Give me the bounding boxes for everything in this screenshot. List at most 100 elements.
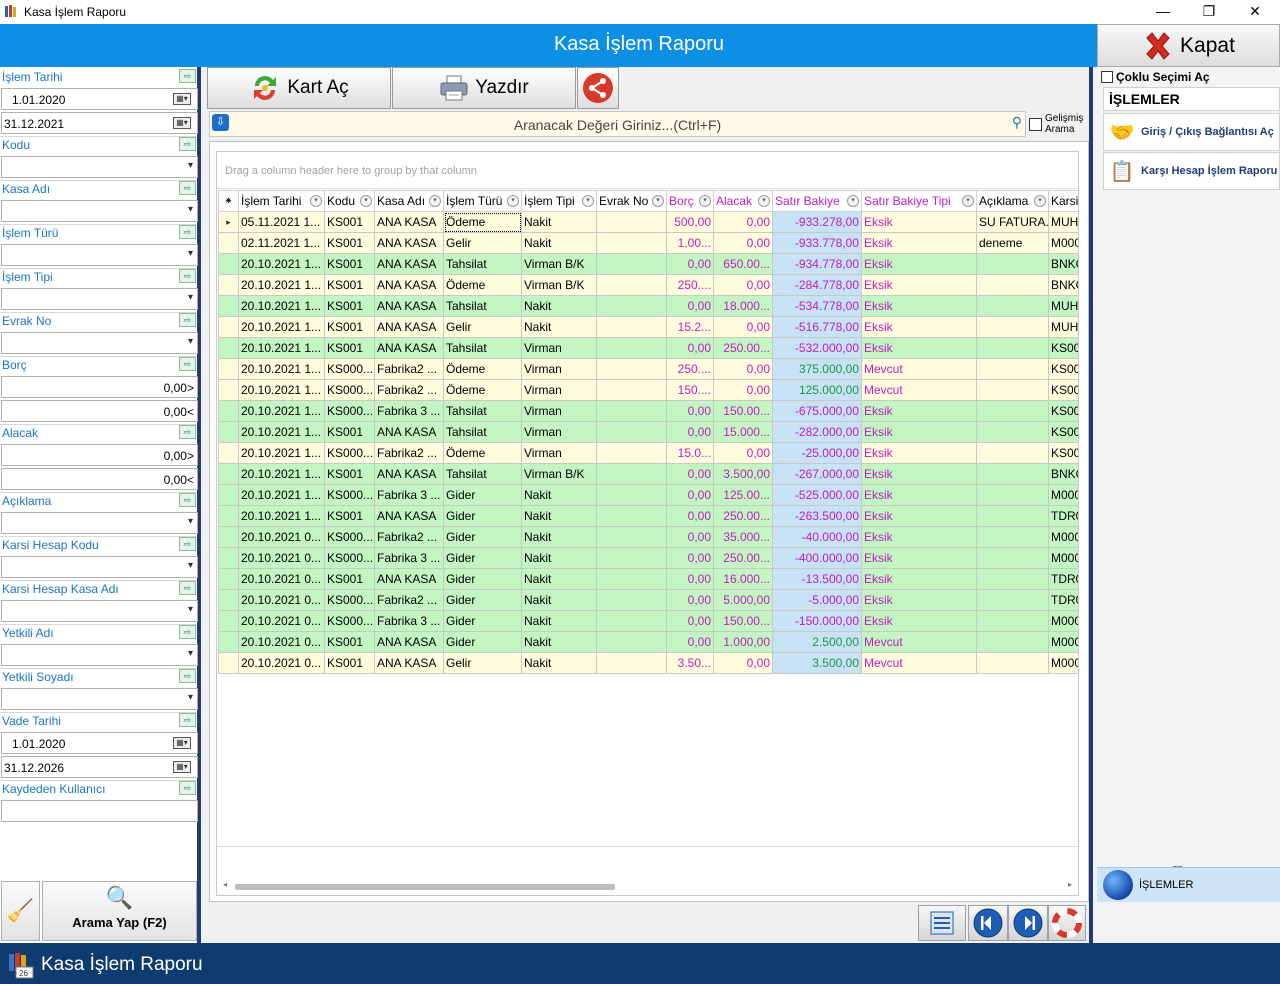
table-row[interactable]: 20.10.2021 0... KS000... Fabrika 3 ... Gide…: [218, 547, 1078, 569]
table-cell[interactable]: ANA KASA: [374, 232, 444, 254]
table-cell[interactable]: 20.10.2021 0...: [238, 526, 325, 548]
row-indicator[interactable]: [218, 589, 239, 611]
table-cell[interactable]: Ödeme: [443, 211, 522, 233]
table-cell[interactable]: ANA KASA: [374, 463, 444, 485]
table-cell[interactable]: -933.778,00: [772, 232, 862, 254]
table-cell[interactable]: 20.10.2021 0...: [238, 568, 325, 590]
column-header[interactable]: Borç ▾: [666, 190, 714, 212]
table-cell[interactable]: 15.000...: [713, 421, 773, 443]
minimize-button[interactable]: —: [1140, 0, 1186, 24]
table-cell[interactable]: 3.500,00: [713, 463, 773, 485]
table-cell[interactable]: 250.00...: [713, 505, 773, 527]
table-cell[interactable]: 20.10.2021 1...: [238, 274, 325, 296]
table-cell[interactable]: Eksik: [861, 274, 977, 296]
giris-cikis-baglantisi-button[interactable]: 🤝 Giriş / Çıkış Bağlantısı Aç: [1103, 113, 1280, 151]
advanced-search-toggle[interactable]: Gelişmiş Arama: [1029, 112, 1089, 138]
table-cell[interactable]: Virman: [521, 442, 597, 464]
table-cell[interactable]: [596, 463, 667, 485]
table-cell[interactable]: Nakit: [521, 568, 597, 590]
row-indicator[interactable]: [218, 337, 239, 359]
vade-tarihi-from-field[interactable]: 1.01.2020 ▦▾: [1, 732, 198, 754]
kodu-dropdown[interactable]: ▾: [1, 156, 198, 178]
table-cell[interactable]: Virman: [521, 337, 597, 359]
table-cell[interactable]: Eksik: [861, 505, 977, 527]
table-cell[interactable]: -5.000,00: [772, 589, 862, 611]
table-cell[interactable]: ANA KASA: [374, 211, 444, 233]
filter-toggle-icon[interactable]: ⇨: [179, 713, 196, 727]
table-cell[interactable]: ANA KASA: [374, 568, 444, 590]
row-indicator[interactable]: [218, 316, 239, 338]
kaydeden-field[interactable]: [1, 800, 198, 822]
row-indicator[interactable]: [218, 526, 239, 548]
table-cell[interactable]: Eksik: [861, 316, 977, 338]
table-cell[interactable]: -263.500,00: [772, 505, 862, 527]
table-cell[interactable]: Virman B/K: [521, 253, 597, 275]
table-cell[interactable]: [596, 253, 667, 275]
column-filter-icon[interactable]: ▾: [360, 195, 372, 207]
table-cell[interactable]: Tahsilat: [443, 253, 522, 275]
table-cell[interactable]: 20.10.2021 1...: [238, 505, 325, 527]
table-cell[interactable]: 5.000,00: [713, 589, 773, 611]
table-cell[interactable]: 20.10.2021 0...: [238, 589, 325, 611]
table-cell[interactable]: Ödeme: [443, 358, 522, 380]
row-indicator[interactable]: [218, 652, 239, 674]
table-cell[interactable]: TDR0: [1048, 568, 1078, 590]
table-cell[interactable]: KS00: [1048, 379, 1078, 401]
kart-ac-button[interactable]: Kart Aç: [207, 67, 391, 109]
table-cell[interactable]: 15.0...: [666, 442, 714, 464]
table-cell[interactable]: KS001: [324, 463, 375, 485]
alacak-max-field[interactable]: 0,00<: [1, 468, 198, 490]
borc-max-field[interactable]: 0,00<: [1, 400, 198, 422]
calendar-icon[interactable]: ▦▾: [173, 737, 191, 749]
table-cell[interactable]: Gider: [443, 610, 522, 632]
table-cell[interactable]: deneme: [976, 232, 1049, 254]
table-cell[interactable]: Nakit: [521, 211, 597, 233]
table-row[interactable]: 20.10.2021 1... KS001 ANA KASA Ödeme Virman …: [218, 274, 1078, 296]
table-cell[interactable]: Gelir: [443, 232, 522, 254]
table-cell[interactable]: [976, 589, 1049, 611]
table-cell[interactable]: 0,00: [713, 652, 773, 674]
row-indicator[interactable]: [218, 232, 239, 254]
table-cell[interactable]: ANA KASA: [374, 295, 444, 317]
table-cell[interactable]: KS001: [324, 337, 375, 359]
filter-toggle-icon[interactable]: ⇨: [179, 313, 196, 327]
table-cell[interactable]: KS001: [324, 316, 375, 338]
column-filter-icon[interactable]: ▾: [507, 195, 519, 207]
table-cell[interactable]: MUHT: [1048, 295, 1078, 317]
table-cell[interactable]: Tahsilat: [443, 295, 522, 317]
table-row[interactable]: 20.10.2021 1... KS000... Fabrika2 ... Ödeme…: [218, 358, 1078, 380]
row-indicator[interactable]: [218, 442, 239, 464]
table-cell[interactable]: [976, 337, 1049, 359]
table-cell[interactable]: -282.000,00: [772, 421, 862, 443]
table-cell[interactable]: M000: [1048, 547, 1078, 569]
table-row[interactable]: 20.10.2021 1... KS000... Fabrika 3 ... Tahs…: [218, 400, 1078, 422]
table-cell[interactable]: Fabrika 3 ...: [374, 610, 444, 632]
table-cell[interactable]: Nakit: [521, 316, 597, 338]
table-row[interactable]: 20.10.2021 1... KS001 ANA KASA Tahsilat Virm…: [218, 253, 1078, 275]
table-row[interactable]: 20.10.2021 1... KS000... Fabrika2 ... Ödeme…: [218, 442, 1078, 464]
table-cell[interactable]: Fabrika 3 ...: [374, 484, 444, 506]
table-cell[interactable]: 20.10.2021 0...: [238, 547, 325, 569]
table-row[interactable]: 20.10.2021 1... KS001 ANA KASA Tahsilat Virm…: [218, 337, 1078, 359]
kasa-adi-dropdown[interactable]: ▾: [1, 200, 198, 222]
row-indicator[interactable]: [218, 421, 239, 443]
yetkili-adi-dropdown[interactable]: ▾: [1, 644, 198, 666]
row-indicator[interactable]: [218, 400, 239, 422]
table-cell[interactable]: 0,00: [666, 610, 714, 632]
table-cell[interactable]: 15.2...: [666, 316, 714, 338]
table-cell[interactable]: [596, 589, 667, 611]
table-cell[interactable]: [596, 337, 667, 359]
table-cell[interactable]: KS001: [324, 232, 375, 254]
table-cell[interactable]: Nakit: [521, 631, 597, 653]
table-cell[interactable]: Nakit: [521, 610, 597, 632]
grid-menu-button[interactable]: [918, 905, 966, 941]
table-cell[interactable]: 0,00: [713, 358, 773, 380]
table-cell[interactable]: [596, 631, 667, 653]
table-cell[interactable]: MUHT: [1048, 211, 1078, 233]
kapat-button[interactable]: Kapat: [1097, 24, 1280, 67]
calendar-icon[interactable]: ▦▾: [173, 117, 191, 129]
filter-toggle-icon[interactable]: ⇨: [179, 425, 196, 439]
table-cell[interactable]: Mevcut: [861, 358, 977, 380]
table-row[interactable]: ▸ 05.11.2021 1... KS001 ANA KASA Ödeme Nakit 5…: [218, 211, 1078, 233]
table-cell[interactable]: Eksik: [861, 421, 977, 443]
